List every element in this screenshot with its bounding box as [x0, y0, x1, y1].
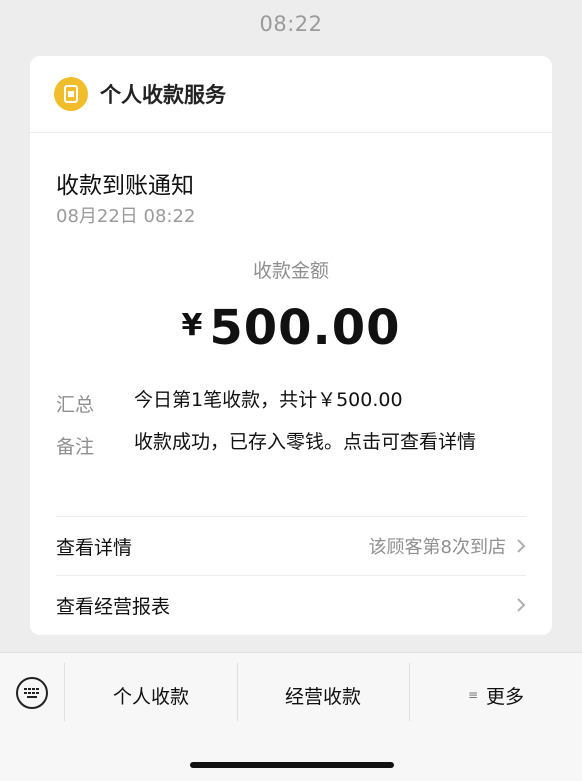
summary-value: 今日第1笔收款，共计￥500.00 [134, 389, 403, 411]
view-report-row[interactable]: 查看经营报表 [56, 585, 526, 625]
menu-separator [64, 663, 65, 721]
view-details-right: 该顾客第8次到店 [369, 533, 526, 559]
menu-personal-payment[interactable]: 个人收款 [66, 675, 236, 715]
view-report-label: 查看经营报表 [56, 595, 171, 618]
status-time: 08:22 [259, 12, 323, 36]
currency-symbol: ¥ [181, 308, 204, 343]
home-indicator[interactable] [190, 762, 394, 768]
amount: ¥500.00 [30, 300, 552, 356]
card-header[interactable]: 个人收款服务 [30, 56, 552, 133]
menu-lines-icon: ≡ [467, 688, 479, 702]
chevron-right-icon [517, 598, 526, 612]
payment-notice-card[interactable]: 个人收款服务 收款到账通知 08月22日 08:22 收款金额 ¥500.00 … [30, 56, 552, 635]
view-details-label: 查看详情 [56, 536, 133, 559]
chevron-right-icon [517, 539, 526, 553]
keyboard-icon[interactable] [16, 677, 48, 709]
menu-more-label: 更多 [486, 685, 525, 708]
customer-visit-note: 该顾客第8次到店 [368, 537, 506, 558]
divider [56, 575, 526, 576]
wallet-icon [54, 77, 88, 111]
divider [56, 516, 526, 517]
notice-date: 08月22日 08:22 [56, 206, 196, 227]
remark-value: 收款成功，已存入零钱。点击可查看详情 [134, 431, 477, 453]
menu-more[interactable]: ≡ 更多 [410, 675, 582, 715]
remark-key: 备注 [56, 436, 95, 458]
app-name: 个人收款服务 [100, 83, 226, 107]
amount-value: 500.00 [209, 300, 401, 356]
summary-key: 汇总 [56, 394, 95, 416]
notice-title: 收款到账通知 [56, 173, 194, 199]
menu-business-payment[interactable]: 经营收款 [238, 675, 408, 715]
amount-label: 收款金额 [252, 260, 329, 282]
view-details-row[interactable]: 查看详情 该顾客第8次到店 [56, 526, 526, 566]
